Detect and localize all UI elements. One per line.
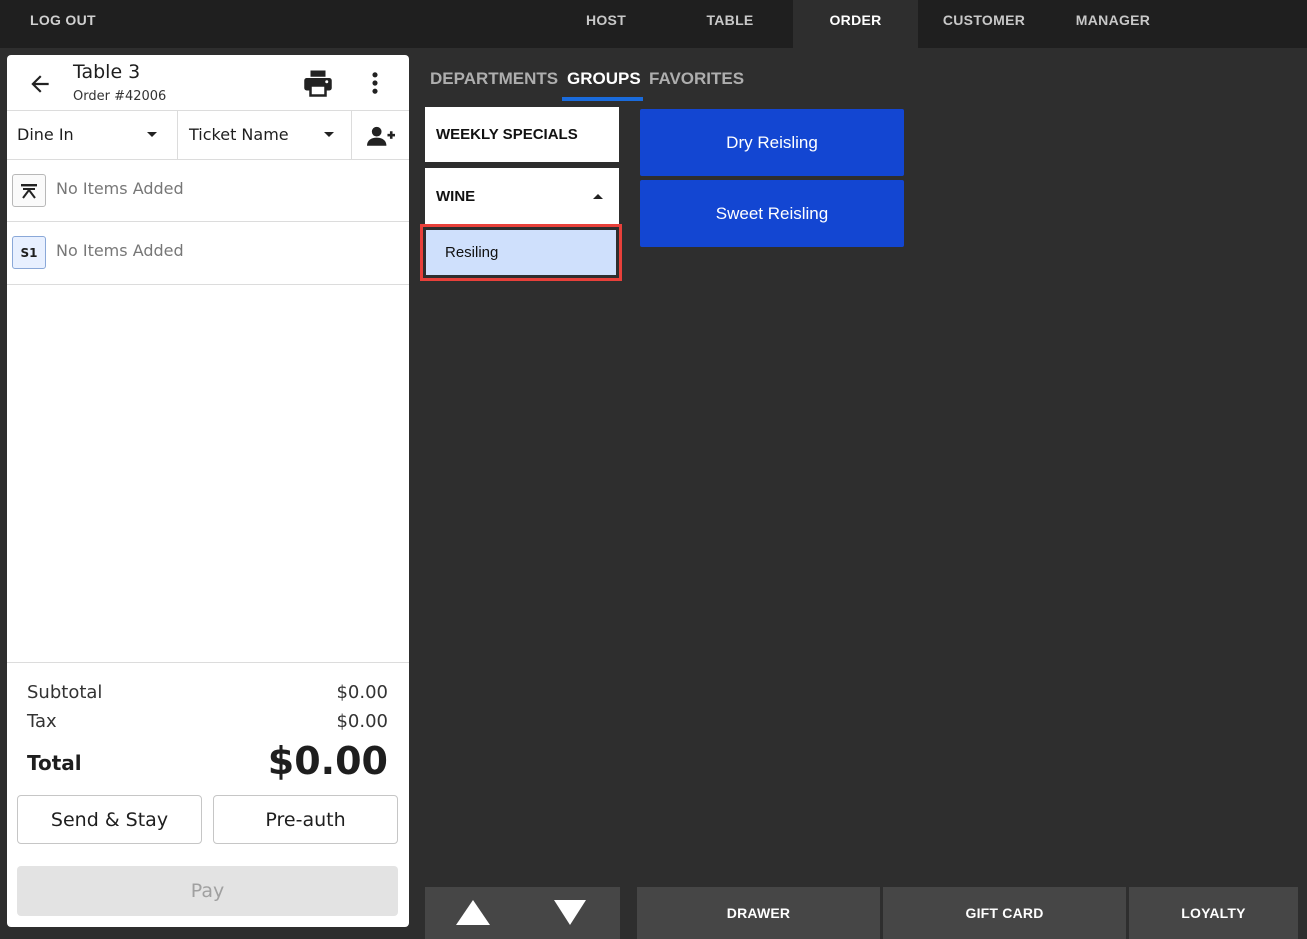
loyalty-button[interactable]: LOYALTY — [1129, 887, 1298, 939]
tab-host[interactable]: HOST — [560, 0, 652, 48]
scroll-up-icon[interactable] — [456, 900, 490, 925]
dining-option-dropdown[interactable]: Dine In — [7, 112, 177, 160]
item-dry-reisling-button[interactable]: Dry Reisling — [640, 109, 904, 176]
subgroup-label: Resiling — [445, 244, 499, 261]
table-title: Table 3 — [73, 61, 141, 83]
order-panel: Table 3 Order #42006 Dine In Ticket Name — [7, 55, 409, 927]
group-wine[interactable]: WINE — [425, 168, 619, 224]
table-icon — [21, 183, 37, 199]
divider — [7, 284, 409, 285]
group-label: WINE — [436, 188, 476, 205]
send-stay-button[interactable]: Send & Stay — [17, 795, 202, 844]
tax-label: Tax — [27, 711, 57, 732]
tax-value: $0.00 — [336, 711, 388, 732]
subtab-departments[interactable]: DEPARTMENTS — [430, 69, 558, 89]
subtotal-label: Subtotal — [27, 682, 103, 703]
seat-empty-text: No Items Added — [56, 179, 184, 198]
subtab-groups[interactable]: GROUPS — [567, 69, 641, 89]
subtotal-value: $0.00 — [336, 682, 388, 703]
divider — [7, 662, 409, 663]
drawer-button[interactable]: DRAWER — [637, 887, 880, 939]
seat-row-table[interactable]: No Items Added — [7, 159, 409, 221]
tab-customer[interactable]: CUSTOMER — [930, 0, 1038, 48]
tab-table[interactable]: TABLE — [684, 0, 776, 48]
ticket-name-label: Ticket Name — [189, 125, 289, 144]
order-number: Order #42006 — [73, 89, 167, 104]
add-guest-icon[interactable] — [367, 125, 395, 147]
active-subtab-indicator — [562, 97, 643, 101]
scroll-down-icon[interactable] — [554, 900, 586, 925]
tab-order[interactable]: ORDER — [793, 0, 918, 48]
chevron-down-icon — [324, 132, 334, 137]
gift-card-button[interactable]: GIFT CARD — [883, 887, 1126, 939]
subgroup-highlight: Resiling — [426, 230, 616, 275]
seat-empty-text: No Items Added — [56, 241, 184, 260]
print-icon[interactable] — [303, 69, 333, 97]
chevron-up-icon — [593, 194, 603, 199]
group-weekly-specials[interactable]: WEEKLY SPECIALS — [425, 107, 619, 162]
ticket-name-dropdown[interactable]: Ticket Name — [178, 112, 351, 160]
logout-button[interactable]: LOG OUT — [30, 12, 96, 28]
seat-row-s1[interactable]: S1 No Items Added — [7, 221, 409, 283]
total-label: Total — [27, 751, 82, 775]
subgroup-resiling[interactable]: Resiling — [420, 224, 622, 281]
divider — [7, 110, 409, 111]
table-seat-badge — [12, 174, 46, 207]
top-nav-bar: LOG OUT HOST TABLE ORDER CUSTOMER MANAGE… — [0, 0, 1307, 48]
dining-option-label: Dine In — [17, 125, 74, 144]
divider — [351, 111, 352, 159]
chevron-down-icon — [147, 132, 157, 137]
scroll-controls — [425, 887, 620, 939]
tab-manager[interactable]: MANAGER — [1062, 0, 1164, 48]
pay-button[interactable]: Pay — [17, 866, 398, 916]
subtab-favorites[interactable]: FAVORITES — [649, 69, 744, 89]
preauth-button[interactable]: Pre-auth — [213, 795, 398, 844]
more-options-icon[interactable] — [364, 69, 386, 97]
seat-badge: S1 — [12, 236, 46, 269]
group-label: WEEKLY SPECIALS — [436, 126, 578, 143]
item-sweet-reisling-button[interactable]: Sweet Reisling — [640, 180, 904, 247]
total-value: $0.00 — [267, 739, 388, 783]
back-arrow-icon[interactable] — [27, 71, 53, 97]
